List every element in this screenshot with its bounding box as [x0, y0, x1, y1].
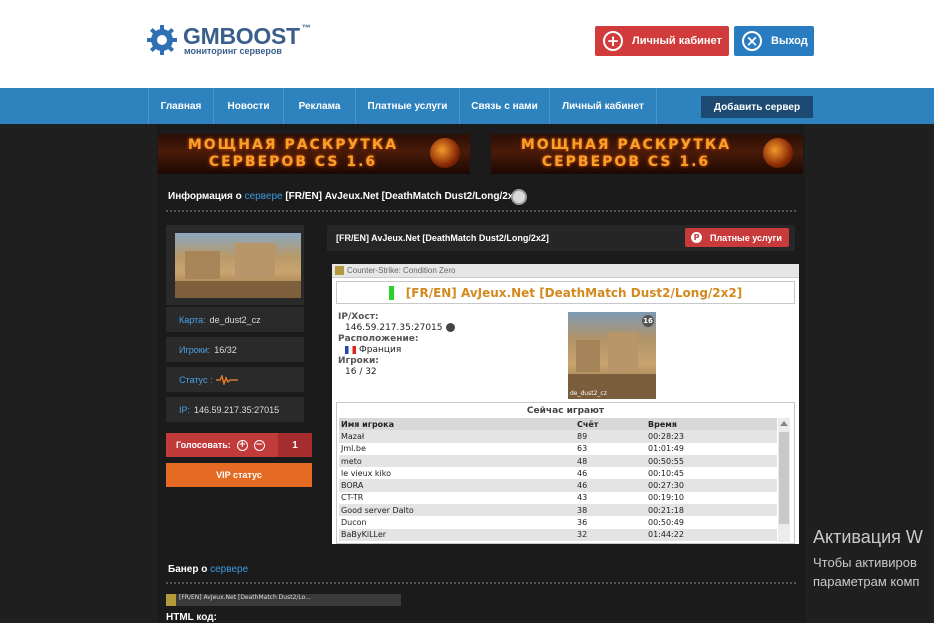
map-preview [166, 225, 304, 305]
plus-circle-icon: + [603, 31, 623, 51]
close-circle-icon: × [742, 31, 762, 51]
ip-row: IP: 146.59.217.35:27015 [166, 397, 304, 422]
html-code-label: HTML код: [166, 612, 217, 623]
widget-title: [FR/EN] AvJeux.Net [DeathMatch Dust2/Lon… [405, 285, 743, 300]
server-link[interactable]: сервере [210, 564, 248, 575]
activation-watermark-title: Активация W [813, 527, 923, 547]
banner-section-title: Банер о сервере [168, 564, 249, 575]
map-caption: de_dust2_cz [570, 390, 607, 397]
site-header: GMBOOST ™ мониторинг серверов + Личный ка… [0, 0, 934, 88]
nav-item-home[interactable]: Главная [148, 88, 213, 124]
divider [166, 210, 796, 212]
cabinet-button[interactable]: + Личный кабинет [595, 26, 729, 56]
cabinet-label: Личный кабинет [632, 35, 722, 47]
server-link[interactable]: сервере [245, 191, 283, 202]
nav-item-paid[interactable]: Платные услуги [355, 88, 459, 124]
vip-status-button[interactable]: VIP статус [166, 463, 312, 487]
nav-item-contact[interactable]: Связь с нами [459, 88, 549, 124]
main-content: МОЩНАЯ РАСКРУТКА СЕРВЕРОВ CS 1.6 МОЩНАЯ … [157, 124, 805, 623]
map-image [175, 233, 301, 298]
table-row: BORA 46 00:27:30 [339, 479, 777, 492]
players-key: Игроки: [338, 356, 379, 366]
scroll-up-icon[interactable] [780, 421, 788, 426]
players-scrollbar[interactable] [778, 418, 790, 542]
widget-info: IP/Хост: 146.59.217.35:27015 Расположени… [338, 312, 455, 378]
map-row: Карта: de_dust2_cz [166, 307, 304, 332]
divider [166, 582, 796, 584]
france-flag-icon [345, 345, 356, 354]
widget-map-image: 16 de_dust2_cz [568, 312, 656, 399]
page: GMBOOST ™ мониторинг серверов + Личный ка… [0, 0, 934, 623]
widget-title-box: [FR/EN] AvJeux.Net [DeathMatch Dust2/Lon… [336, 281, 795, 304]
vote-plus-icon[interactable]: + [236, 439, 248, 451]
players-panel: Сейчас играют Имя игрока Счёт Время Mazał 8… [336, 402, 795, 544]
server-widget: Counter-Strike: Condition Zero [FR/EN] A… [332, 264, 799, 544]
main-nav: Главная Новости Реклама Платные услуги С… [0, 88, 934, 124]
status-row: Статус : [166, 367, 304, 392]
paid-services-button[interactable]: P Платные услуги [685, 228, 789, 247]
gear-logo-icon [147, 25, 177, 55]
table-row: BaByKiLLer 32 01:44:22 [339, 528, 777, 541]
ad-banner-line2: СЕРВЕРОВ CS 1.6 [208, 154, 378, 170]
vote-bar: Голосовать: + − 1 [166, 433, 312, 457]
widget-topbar: Counter-Strike: Condition Zero [332, 264, 799, 278]
table-row: Jml.be 63 01:01:49 [339, 442, 777, 455]
ad-banner-line1: МОЩНАЯ РАСКРУТКА [187, 137, 399, 153]
exit-label: Выход [771, 35, 808, 47]
location-key: Расположение: [338, 334, 419, 344]
mini-server-banner[interactable]: [FR/EN] AvJeux.Net [DeathMatch Dust2/Lo.… [166, 594, 401, 606]
table-row: Good server Dalto 38 00:21:18 [339, 504, 777, 517]
logo[interactable]: GMBOOST ™ мониторинг серверов [146, 22, 316, 58]
vote-label: Голосовать: [176, 440, 231, 450]
ad-banner-left[interactable]: МОЩНАЯ РАСКРУТКА СЕРВЕРОВ CS 1.6 [158, 134, 470, 174]
table-row: meto 48 00:50:55 [339, 454, 777, 468]
server-info-title: Информация о сервере [FR/EN] AvJeux.Net … [168, 191, 523, 202]
server-header: [FR/EN] AvJeux.Net [DeathMatch Dust2/Lon… [327, 225, 795, 251]
nav-item-cabinet[interactable]: Личный кабинет [549, 88, 657, 124]
steam-icon[interactable] [445, 323, 455, 332]
nav-item-ads[interactable]: Реклама [283, 88, 355, 124]
game-icon [335, 266, 344, 275]
players-row: Игроки: 16/32 [166, 337, 304, 362]
players-value: 16 / 32 [345, 367, 377, 377]
table-header: Имя игрока Счёт Время [339, 418, 777, 431]
ip-value[interactable]: 146.59.217.35:27015 [338, 323, 455, 334]
activation-watermark-text: Чтобы активиров параметрам комп [813, 555, 920, 589]
players-table: Имя игрока Счёт Время Mazał 89 00:28:23 Jml.… [339, 418, 777, 541]
online-signal-icon [388, 285, 394, 300]
mini-banner-text: [FR/EN] AvJeux.Net [DeathMatch Dust2/Lo.… [179, 594, 311, 601]
banner-ball-icon [430, 138, 460, 168]
table-row: Ducon 36 00:50:49 [339, 516, 777, 529]
ad-banner-line1: МОЩНАЯ РАСКРУТКА [520, 137, 732, 153]
table-row: CT-TR 43 00:19:10 [339, 491, 777, 505]
table-row: le vieux kiko 46 00:10:45 [339, 467, 777, 480]
exit-button[interactable]: × Выход [734, 26, 814, 56]
table-row: Mazał 89 00:28:23 [339, 430, 777, 443]
vote-count: 1 [278, 433, 312, 457]
now-playing-title: Сейчас играют [526, 406, 605, 416]
banner-ball-icon [763, 138, 793, 168]
status-wave-icon [216, 374, 239, 385]
map-player-count: 16 [642, 315, 654, 327]
scrollbar-thumb[interactable] [779, 432, 789, 524]
ad-banner-right[interactable]: МОЩНАЯ РАСКРУТКА СЕРВЕРОВ CS 1.6 [491, 134, 803, 174]
pin-icon: P [691, 232, 702, 243]
game-icon [166, 594, 176, 606]
vote-minus-icon[interactable]: − [253, 439, 265, 451]
ad-banner-line2: СЕРВЕРОВ CS 1.6 [541, 154, 711, 170]
paid-services-label: Платные услуги [710, 232, 782, 243]
logo-subtitle: мониторинг серверов [184, 46, 282, 56]
ip-key: IP/Хост: [338, 312, 379, 322]
gear-icon[interactable] [511, 189, 527, 205]
add-server-button[interactable]: Добавить сервер [701, 96, 813, 118]
server-name: [FR/EN] AvJeux.Net [DeathMatch Dust2/Lon… [336, 233, 549, 243]
nav-item-news[interactable]: Новости [213, 88, 283, 124]
game-name: Counter-Strike: Condition Zero [347, 266, 456, 275]
location-value: Франция [338, 345, 455, 356]
